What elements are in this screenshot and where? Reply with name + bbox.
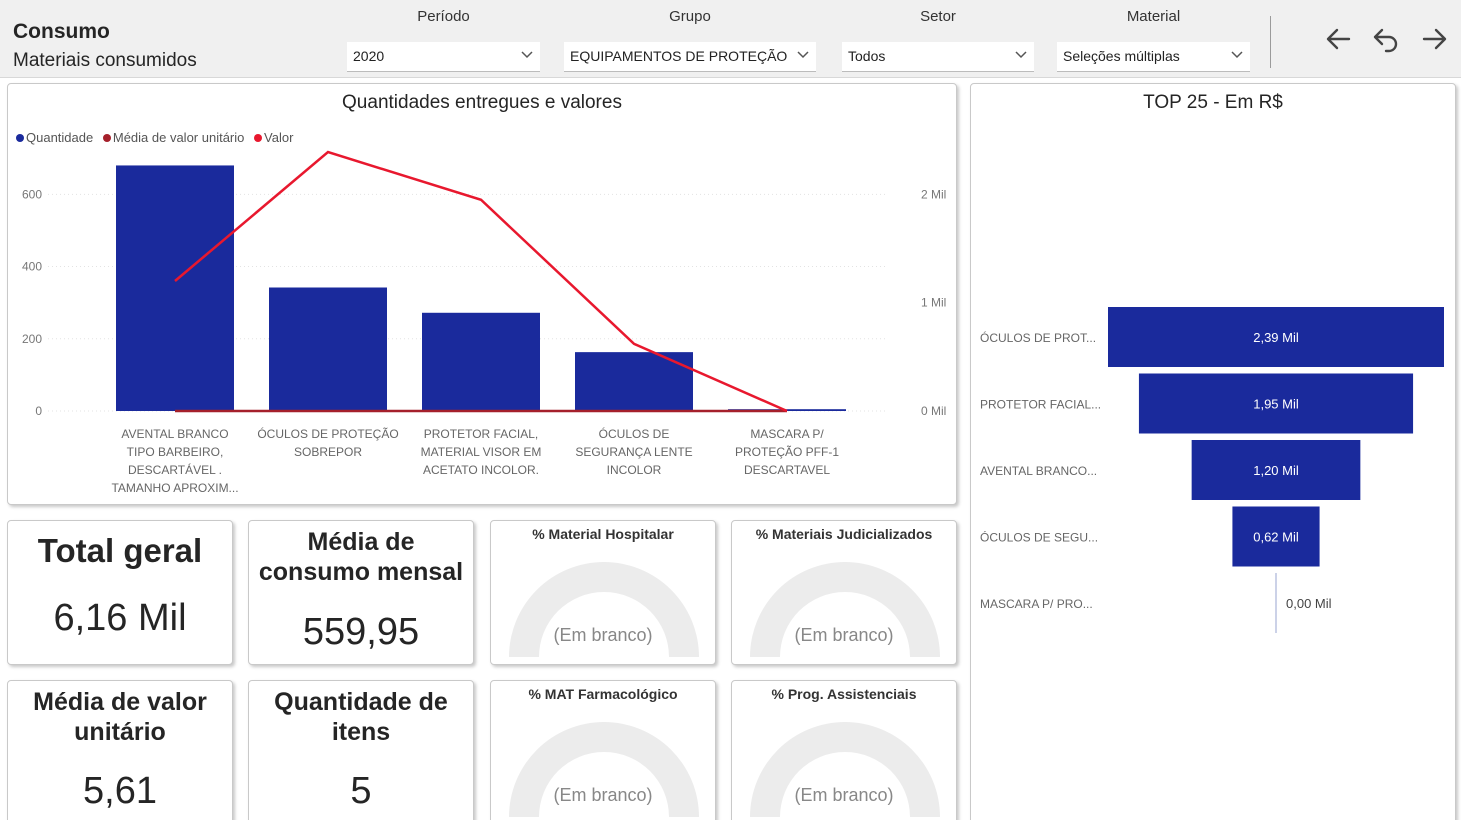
arrow-right-icon[interactable] — [1418, 24, 1450, 54]
kpi-title-line: itens — [331, 718, 391, 746]
bar-quantidade — [422, 312, 540, 411]
report-subtitle: Materiais consumidos — [13, 50, 197, 71]
report-header: Consumo Materiais consumidos Período 202… — [0, 0, 1461, 78]
gauge-title: % Prog. Assistenciais — [771, 686, 917, 702]
y-right-tick-label: 1 Mil — [921, 296, 946, 310]
slicer-material-value: Seleções múltiplas — [1063, 48, 1180, 64]
bar-quantidade — [269, 287, 387, 411]
funnel-value-label: 2,39 Mil — [1253, 330, 1299, 345]
kpi-media-valor-value: 5,61 — [83, 770, 157, 812]
x-tick-label: PROTETOR FACIAL, — [424, 427, 538, 441]
kpi-title-line: Média de — [307, 528, 415, 556]
x-tick-label: TAMANHO APROXIM... — [111, 481, 238, 495]
kpi-total-value: 6,16 Mil — [53, 597, 187, 639]
kpi-media-valor-title: Média de valor unitário — [8, 687, 232, 747]
funnel-category-label: ÓCULOS DE SEGU... — [980, 530, 1098, 545]
y-left-tick-label: 0 — [35, 404, 42, 418]
report-title: Consumo — [13, 20, 110, 43]
kpi-title-line: unitário — [74, 718, 166, 746]
nav-divider — [1270, 16, 1271, 68]
y-left-tick-label: 200 — [22, 332, 42, 346]
gauge-material-hospitalar: % Material Hospitalar (Em branco) — [490, 520, 716, 665]
y-right-tick-label: 2 Mil — [921, 187, 946, 201]
x-tick-label: SOBREPOR — [294, 445, 362, 459]
chevron-down-icon — [797, 51, 809, 59]
slicer-periodo-label: Período — [417, 8, 470, 25]
kpi-media-consumo-title: Média de consumo mensal — [249, 527, 473, 587]
chevron-down-icon — [521, 51, 533, 59]
x-tick-label: ACETATO INCOLOR. — [423, 463, 539, 477]
kpi-quantidade-title: Quantidade de itens — [249, 687, 473, 747]
x-tick-label: SEGURANÇA LENTE — [575, 445, 692, 459]
top25-chart-plot: ÓCULOS DE PROT... 2,39 Mil PROTETOR FACIAL… — [980, 307, 1444, 633]
y-left-tick-label: 400 — [22, 260, 42, 274]
kpi-title-line: consumo mensal — [258, 558, 464, 586]
x-tick-label: DESCARTAVEL — [744, 463, 830, 477]
y-left-tick-label: 600 — [22, 187, 42, 201]
bar-quantidade — [116, 165, 234, 411]
gauge-title: % Material Hospitalar — [532, 526, 674, 542]
funnel-category-label: ÓCULOS DE PROT... — [980, 330, 1096, 345]
funnel-category-label: MASCARA P/ PRO... — [980, 597, 1093, 611]
kpi-media-consumo: Média de consumo mensal 559,95 — [248, 520, 474, 665]
top25-chart-card: TOP 25 - Em R$ ÓCULOS DE PROT... 2,39 Mil… — [970, 83, 1456, 820]
gauge-value: (Em branco) — [794, 625, 894, 645]
slicer-material-label: Material — [1126, 8, 1181, 25]
slicer-setor-value: Todos — [848, 48, 886, 64]
gauge-value: (Em branco) — [553, 625, 653, 645]
gauge-prog-assistenciais: % Prog. Assistenciais (Em branco) — [731, 680, 957, 820]
slicer-setor-dropdown[interactable]: Todos — [842, 42, 1034, 72]
funnel-category-label: PROTETOR FACIAL... — [980, 398, 1101, 412]
kpi-total-title: Total geral — [37, 532, 203, 569]
y-right-tick-label: 0 Mil — [921, 404, 946, 418]
gauge-materiais-judicializados: % Materiais Judicializados (Em branco) — [731, 520, 957, 665]
x-tick-label: PROTEÇÃO PFF-1 — [735, 445, 839, 459]
kpi-title-line: Quantidade de — [274, 688, 448, 716]
kpi-total-geral: Total geral 6,16 Mil — [7, 520, 233, 665]
kpi-media-consumo-value: 559,95 — [302, 611, 420, 653]
chevron-down-icon — [1015, 51, 1027, 59]
x-tick-label: INCOLOR — [607, 463, 662, 477]
gauge-value: (Em branco) — [553, 785, 653, 805]
slicer-grupo-label: Grupo — [669, 8, 711, 25]
x-tick-label: AVENTAL BRANCO — [121, 427, 228, 441]
undo-icon[interactable] — [1370, 24, 1402, 54]
x-tick-label: ÓCULOS DE — [599, 426, 670, 441]
chevron-down-icon — [1231, 51, 1243, 59]
x-tick-label: MASCARA P/ — [750, 427, 824, 441]
slicer-setor-label: Setor — [920, 8, 956, 25]
combo-chart-plot: 0 200 400 600 0 Mil 1 Mil 2 Mil AVENTAL BRANCO T… — [22, 150, 946, 495]
funnel-value-label: 1,20 Mil — [1253, 463, 1299, 478]
slicer-periodo-dropdown[interactable]: 2020 — [347, 42, 540, 72]
arrow-left-icon[interactable] — [1323, 24, 1355, 54]
x-tick-label: MATERIAL VISOR EM — [421, 445, 542, 459]
x-tick-label: TIPO BARBEIRO, — [127, 445, 224, 459]
slicer-material-dropdown[interactable]: Seleções múltiplas — [1057, 42, 1250, 72]
gauge-value: (Em branco) — [794, 785, 894, 805]
slicer-periodo-value: 2020 — [353, 48, 385, 64]
slicer-grupo-value: EQUIPAMENTOS DE PROTEÇÃO — [570, 48, 788, 64]
kpi-quantidade-value: 5 — [350, 770, 372, 812]
gauge-title: % Materiais Judicializados — [755, 526, 933, 542]
funnel-value-label: 0,00 Mil — [1286, 596, 1332, 611]
kpi-title-line: Média de valor — [33, 688, 207, 716]
gauge-title: % MAT Farmacológico — [528, 686, 678, 702]
funnel-value-label: 0,62 Mil — [1253, 530, 1299, 545]
gauge-mat-farmacologico: % MAT Farmacológico (Em branco) — [490, 680, 716, 820]
slicer-grupo-dropdown[interactable]: EQUIPAMENTOS DE PROTEÇÃO — [564, 42, 816, 72]
x-tick-label: DESCARTÁVEL . — [128, 462, 222, 477]
funnel-category-label: AVENTAL BRANCO... — [980, 464, 1097, 478]
kpi-media-valor: Média de valor unitário 5,61 — [7, 680, 233, 820]
combo-chart-card: Quantidades entregues e valores Quantida… — [7, 83, 957, 505]
kpi-quantidade-itens: Quantidade de itens 5 — [248, 680, 474, 820]
funnel-value-label: 1,95 Mil — [1253, 397, 1299, 412]
x-tick-label: ÓCULOS DE PROTEÇÃO — [257, 426, 398, 441]
